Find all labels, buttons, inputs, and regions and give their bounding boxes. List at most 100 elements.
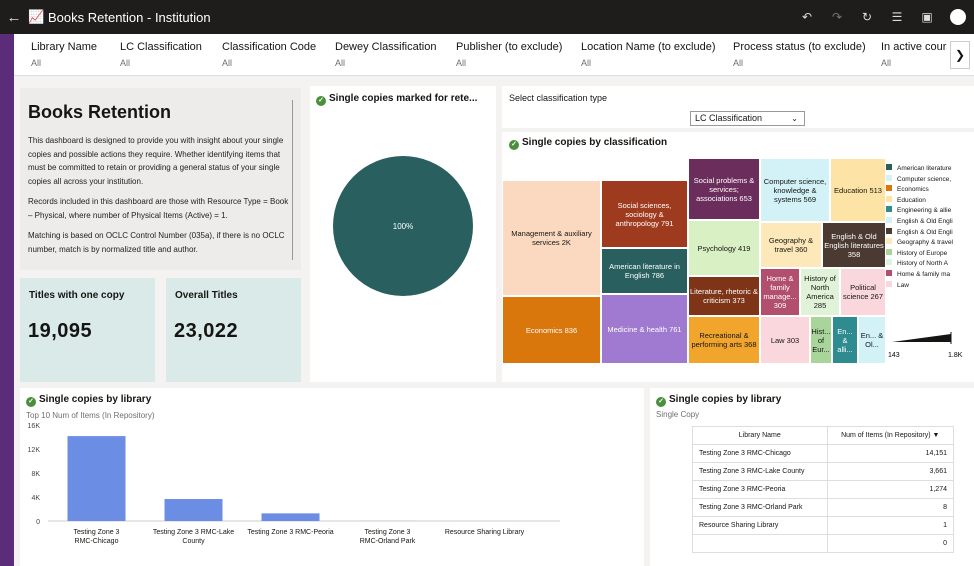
present-icon[interactable]: ▣ xyxy=(920,10,934,24)
legend-item[interactable]: Geography & travel xyxy=(886,238,974,249)
legend-swatch xyxy=(886,227,892,234)
legend-item[interactable]: Home & family ma xyxy=(886,269,974,281)
table-row[interactable]: Testing Zone 3 RMC-Lake County 3,661 xyxy=(692,462,955,481)
filter-library-name[interactable]: Library Name All xyxy=(31,41,97,68)
classification-type-select[interactable]: LC Classification ⌄ xyxy=(690,111,805,126)
treemap-tile[interactable]: Literature, rhetoric & criticism 373 xyxy=(688,276,760,316)
table-row[interactable]: Resource Sharing Library 1 xyxy=(692,516,955,535)
legend-item[interactable]: American literature xyxy=(886,164,974,175)
legend-swatch xyxy=(886,164,892,170)
treemap-tile[interactable]: Home & family manage... 309 xyxy=(760,268,800,316)
treemap-tile[interactable]: Economics 836 xyxy=(502,296,601,364)
legend-item[interactable]: History of North A xyxy=(886,259,974,270)
filter-location-name[interactable]: Location Name (to exclude) All xyxy=(581,41,716,68)
y-tick-label: 0 xyxy=(36,519,40,526)
legend-label: Law xyxy=(897,281,909,289)
refresh-icon[interactable]: ↻ xyxy=(860,10,874,24)
treemap-tile[interactable]: Medicine & health 761 xyxy=(601,294,688,364)
legend-swatch xyxy=(886,174,892,181)
chart-icon: 📈 xyxy=(28,9,45,24)
treemap-card: ✓ Single copies by classification Managem… xyxy=(502,132,974,382)
legend-item[interactable]: English & Old Engli xyxy=(886,216,974,228)
treemap-tile[interactable]: American literature in English 786 xyxy=(601,248,688,294)
filter-label: LC Classification xyxy=(120,41,202,53)
legend-label: Geography & travel xyxy=(897,239,954,247)
table-row[interactable]: Testing Zone 3 RMC-Orland Park 8 xyxy=(692,498,955,517)
filter-classification-code[interactable]: Classification Code All xyxy=(222,41,316,68)
filter-value: All xyxy=(31,58,42,68)
library-name-cell: Testing Zone 3 RMC-Peoria xyxy=(692,480,828,499)
insight-icon: ✓ xyxy=(509,140,519,150)
panel-scrollbar[interactable] xyxy=(292,100,293,260)
table-header-row: Library Name Num of Items (In Repository… xyxy=(692,426,955,445)
legend-item[interactable]: Engineering & allie xyxy=(886,206,974,217)
treemap-tile[interactable]: Social problems & services; associations… xyxy=(688,158,760,220)
filter-active-course[interactable]: In active course All xyxy=(881,41,947,68)
legend-item[interactable]: History of Europe xyxy=(886,248,974,260)
filter-value: All xyxy=(881,58,892,68)
num-items-cell: 8 xyxy=(826,498,955,517)
filter-process-status[interactable]: Process status (to exclude) All xyxy=(733,41,866,68)
treemap-tile[interactable]: En... & Ol... xyxy=(858,316,886,364)
x-tick-label: Testing Zone 3 RMC-Lake xyxy=(153,529,234,536)
legend-item[interactable]: Law xyxy=(886,280,974,292)
legend-item[interactable]: Economics xyxy=(886,185,974,196)
treemap-tile[interactable]: Social sciences, sociology & anthropolog… xyxy=(601,180,688,248)
intro-paragraph: This dashboard is designed to provide yo… xyxy=(28,136,284,186)
treemap-tile[interactable]: Hist... of Eur... xyxy=(810,316,832,364)
table-row[interactable]: 0 xyxy=(692,534,955,553)
num-items-cell: 1 xyxy=(826,516,955,535)
treemap-tile[interactable]: English & Old English literatures 358 xyxy=(822,222,886,268)
filter-publisher[interactable]: Publisher (to exclude) All xyxy=(456,41,562,68)
redo-icon[interactable]: ↷ xyxy=(830,10,844,24)
bar[interactable] xyxy=(67,436,126,521)
library-table: Library Name Num of Items (In Repository… xyxy=(692,426,955,553)
library-name-cell xyxy=(692,534,828,553)
filter-bar: Library Name All LC Classification All Cla… xyxy=(14,34,974,76)
treemap-legend: American literature Computer science, Econ… xyxy=(886,164,974,291)
filter-dewey-classification[interactable]: Dewey Classification All xyxy=(335,41,436,68)
bar[interactable] xyxy=(164,499,223,521)
back-arrow-icon[interactable]: ← xyxy=(0,9,28,26)
library-name-cell: Testing Zone 3 RMC-Chicago xyxy=(692,444,828,463)
treemap-tile[interactable]: Psychology 419 xyxy=(688,220,760,276)
intro-paragraph: Records included in this dashboard are t… xyxy=(28,197,289,220)
table-row[interactable]: Testing Zone 3 RMC-Chicago 14,151 xyxy=(692,444,955,463)
retention-pie-card: ✓ Single copies marked for rete... 100% xyxy=(310,86,496,382)
legend-item[interactable]: English & Old Engli xyxy=(886,227,974,239)
treemap-tile[interactable]: Geography & travel 360 xyxy=(760,222,822,268)
treemap-tile[interactable]: Management & auxiliary services 2K xyxy=(502,180,601,296)
treemap-tile[interactable]: Law 303 xyxy=(760,316,810,364)
user-avatar-icon[interactable] xyxy=(950,9,966,25)
column-header-num-items[interactable]: Num of Items (In Repository) ▼ xyxy=(826,426,955,445)
toolbar: ↶ ↷ ↻ ☰ ▣ xyxy=(800,0,974,34)
chevron-down-icon: ⌄ xyxy=(791,114,798,123)
legend-label: Education xyxy=(897,196,926,204)
treemap-tile[interactable]: Political science 267 xyxy=(840,268,886,316)
legend-item[interactable]: Education xyxy=(886,195,974,207)
legend-label: Engineering & allie xyxy=(897,207,952,215)
filter-lc-classification[interactable]: LC Classification All xyxy=(120,41,202,68)
treemap-title-text: Single copies by classification xyxy=(522,137,668,148)
filter-scroll-right-icon[interactable]: ❯ xyxy=(950,41,970,69)
treemap-tile[interactable]: En... & alli... xyxy=(832,316,858,364)
legend-swatch xyxy=(886,195,892,202)
treemap-tile[interactable]: Education 513 xyxy=(830,158,886,222)
notes-icon[interactable]: ☰ xyxy=(890,10,904,24)
legend-label: Home & family ma xyxy=(897,270,951,278)
x-tick-label: Testing Zone 3 RMC-Peoria xyxy=(247,529,333,536)
x-tick-label: RMC-Orland Park xyxy=(360,538,416,545)
undo-icon[interactable]: ↶ xyxy=(800,10,814,24)
kpi-label: Overall Titles xyxy=(175,290,238,301)
treemap-tile[interactable]: History of North America 285 xyxy=(800,268,840,316)
treemap-tile[interactable]: Computer science, knowledge & systems 56… xyxy=(760,158,830,222)
bar-title-text: Single copies by library xyxy=(39,394,152,405)
treemap-tile[interactable]: Recreational & performing arts 368 xyxy=(688,316,760,364)
column-header-library[interactable]: Library Name xyxy=(692,426,828,445)
intro-panel: Books Retention This dashboard is design… xyxy=(20,88,301,270)
kpi-label: Titles with one copy xyxy=(29,290,125,301)
library-table-card: ✓ Single copies by library Single Copy Li… xyxy=(650,388,974,566)
table-row[interactable]: Testing Zone 3 RMC-Peoria 1,274 xyxy=(692,480,955,499)
bar[interactable] xyxy=(261,513,320,521)
legend-item[interactable]: Computer science, xyxy=(886,174,974,186)
